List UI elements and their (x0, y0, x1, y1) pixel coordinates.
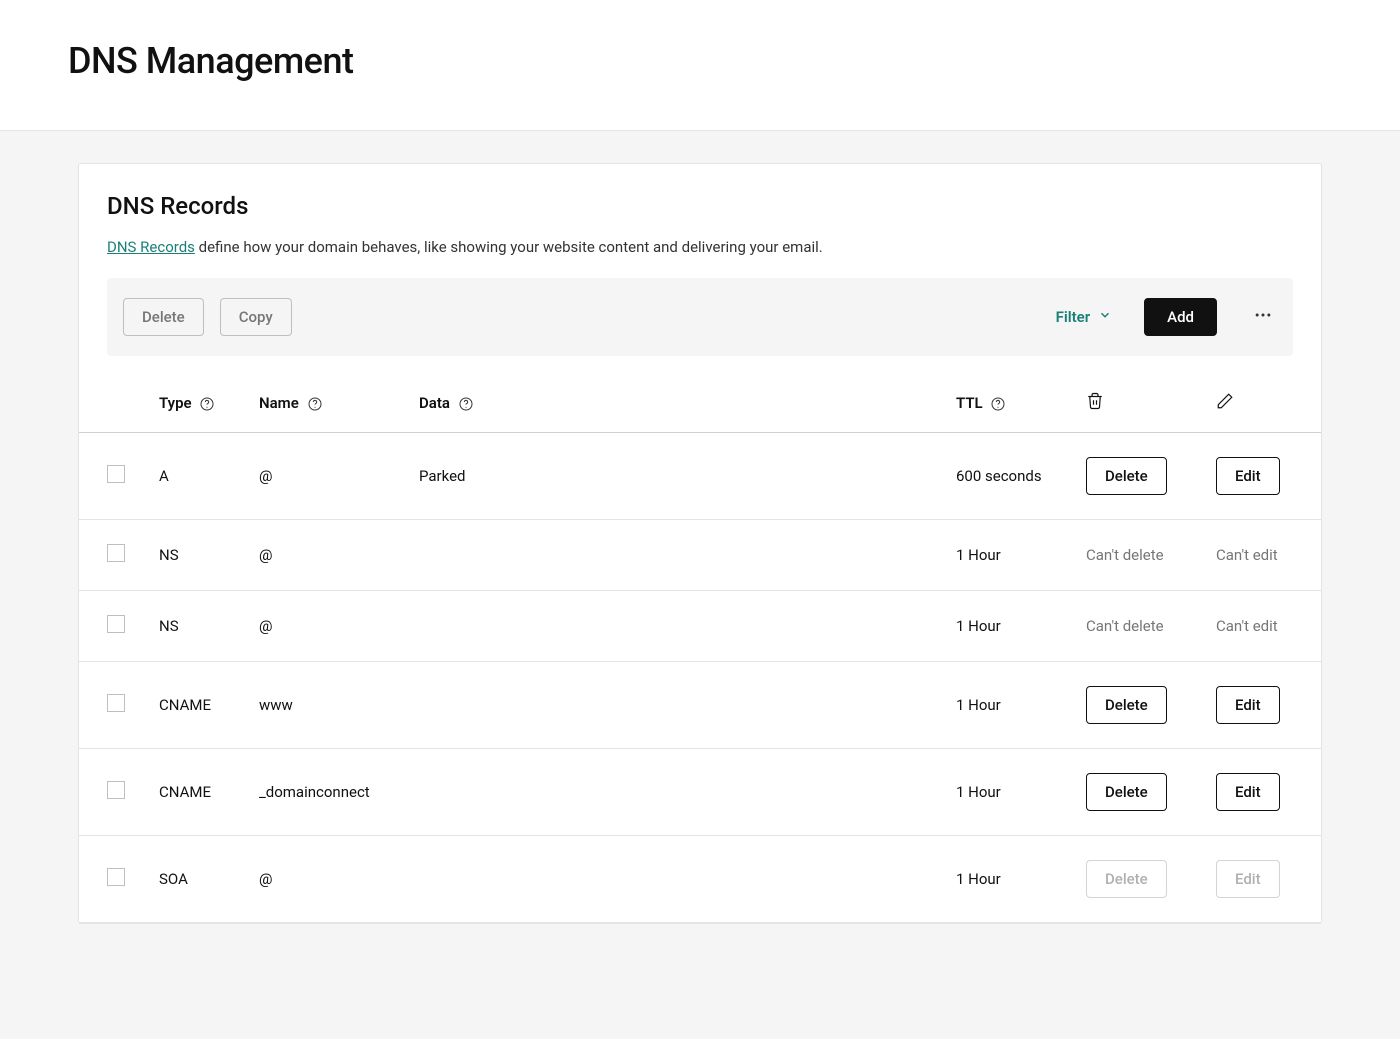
card-description: DNS Records define how your domain behav… (107, 238, 1293, 256)
dns-records-card: DNS Records DNS Records define how your … (78, 163, 1322, 924)
delete-row-button[interactable]: Delete (1086, 457, 1167, 495)
pencil-icon (1216, 396, 1234, 414)
col-edit-header (1206, 374, 1321, 433)
edit-row-button[interactable]: Edit (1216, 773, 1280, 811)
row-checkbox[interactable] (107, 781, 125, 799)
col-name-label: Name (259, 394, 299, 412)
col-data-header: Data (409, 374, 946, 433)
table-row: CNAME_domainconnect 1 Hour Delete Edit (79, 749, 1321, 836)
row-checkbox[interactable] (107, 544, 125, 562)
cell-name: _domainconnect (249, 749, 409, 836)
col-type-label: Type (159, 394, 192, 412)
row-checkbox[interactable] (107, 465, 125, 483)
add-button[interactable]: Add (1144, 298, 1217, 336)
cell-ttl: 1 Hour (946, 836, 1076, 923)
cell-data: Parked (409, 433, 946, 520)
content-wrap: DNS Records DNS Records define how your … (0, 131, 1400, 984)
cell-data (409, 836, 946, 923)
copy-button[interactable]: Copy (220, 298, 292, 336)
col-data-label: Data (419, 394, 450, 412)
table-row: SOA@1 Hour Delete Edit (79, 836, 1321, 923)
trash-icon (1086, 396, 1104, 414)
col-check-header (79, 374, 149, 433)
cell-ttl: 1 Hour (946, 591, 1076, 662)
col-ttl-label: TTL (956, 394, 983, 412)
col-type-header: Type (149, 374, 249, 433)
help-icon[interactable] (458, 396, 474, 412)
row-checkbox[interactable] (107, 868, 125, 886)
card-title: DNS Records (107, 192, 1293, 220)
help-icon[interactable] (990, 396, 1006, 412)
cell-ttl: 1 Hour (946, 520, 1076, 591)
cell-ttl: 1 Hour (946, 662, 1076, 749)
dots-horizontal-icon (1253, 305, 1273, 329)
cell-name: @ (249, 433, 409, 520)
cant-delete-text: Can't delete (1086, 546, 1164, 564)
more-menu-button[interactable] (1249, 303, 1277, 331)
help-icon[interactable] (199, 396, 215, 412)
filter-label: Filter (1056, 308, 1091, 326)
delete-row-button[interactable]: Delete (1086, 773, 1167, 811)
help-icon[interactable] (307, 396, 323, 412)
edit-row-button[interactable]: Edit (1216, 457, 1280, 495)
edit-row-button-disabled: Edit (1216, 860, 1280, 898)
toolbar: Delete Copy Filter Add (107, 278, 1293, 356)
table-row: NS@1 Hour Can't delete Can't edit (79, 520, 1321, 591)
cell-name: @ (249, 591, 409, 662)
cell-name: @ (249, 520, 409, 591)
cell-data (409, 520, 946, 591)
table-row: CNAMEwww 1 Hour Delete Edit (79, 662, 1321, 749)
table-row: NS@1 Hour Can't delete Can't edit (79, 591, 1321, 662)
col-delete-header (1076, 374, 1206, 433)
cell-type: CNAME (149, 749, 249, 836)
delete-row-button[interactable]: Delete (1086, 686, 1167, 724)
cell-data (409, 662, 946, 749)
chevron-down-icon (1098, 308, 1112, 326)
delete-row-button-disabled: Delete (1086, 860, 1167, 898)
cell-data (409, 749, 946, 836)
cell-data (409, 591, 946, 662)
cell-type: SOA (149, 836, 249, 923)
cell-type: A (149, 433, 249, 520)
edit-row-button[interactable]: Edit (1216, 686, 1280, 724)
card-description-text: define how your domain behaves, like sho… (195, 238, 823, 256)
row-checkbox[interactable] (107, 615, 125, 633)
cell-name: @ (249, 836, 409, 923)
table-row: A@Parked600 seconds Delete Edit (79, 433, 1321, 520)
cell-ttl: 1 Hour (946, 749, 1076, 836)
row-checkbox[interactable] (107, 694, 125, 712)
delete-button[interactable]: Delete (123, 298, 204, 336)
cell-name: www (249, 662, 409, 749)
cell-type: NS (149, 591, 249, 662)
cell-type: NS (149, 520, 249, 591)
col-ttl-header: TTL (946, 374, 1076, 433)
dns-records-table: Type Name Data (79, 374, 1321, 923)
cell-type: CNAME (149, 662, 249, 749)
cant-edit-text: Can't edit (1216, 546, 1278, 564)
dns-records-link[interactable]: DNS Records (107, 238, 195, 256)
page-title: DNS Management (68, 40, 1332, 82)
filter-button[interactable]: Filter (1056, 308, 1113, 326)
cant-delete-text: Can't delete (1086, 617, 1164, 635)
cant-edit-text: Can't edit (1216, 617, 1278, 635)
cell-ttl: 600 seconds (946, 433, 1076, 520)
col-name-header: Name (249, 374, 409, 433)
page-header: DNS Management (0, 0, 1400, 131)
